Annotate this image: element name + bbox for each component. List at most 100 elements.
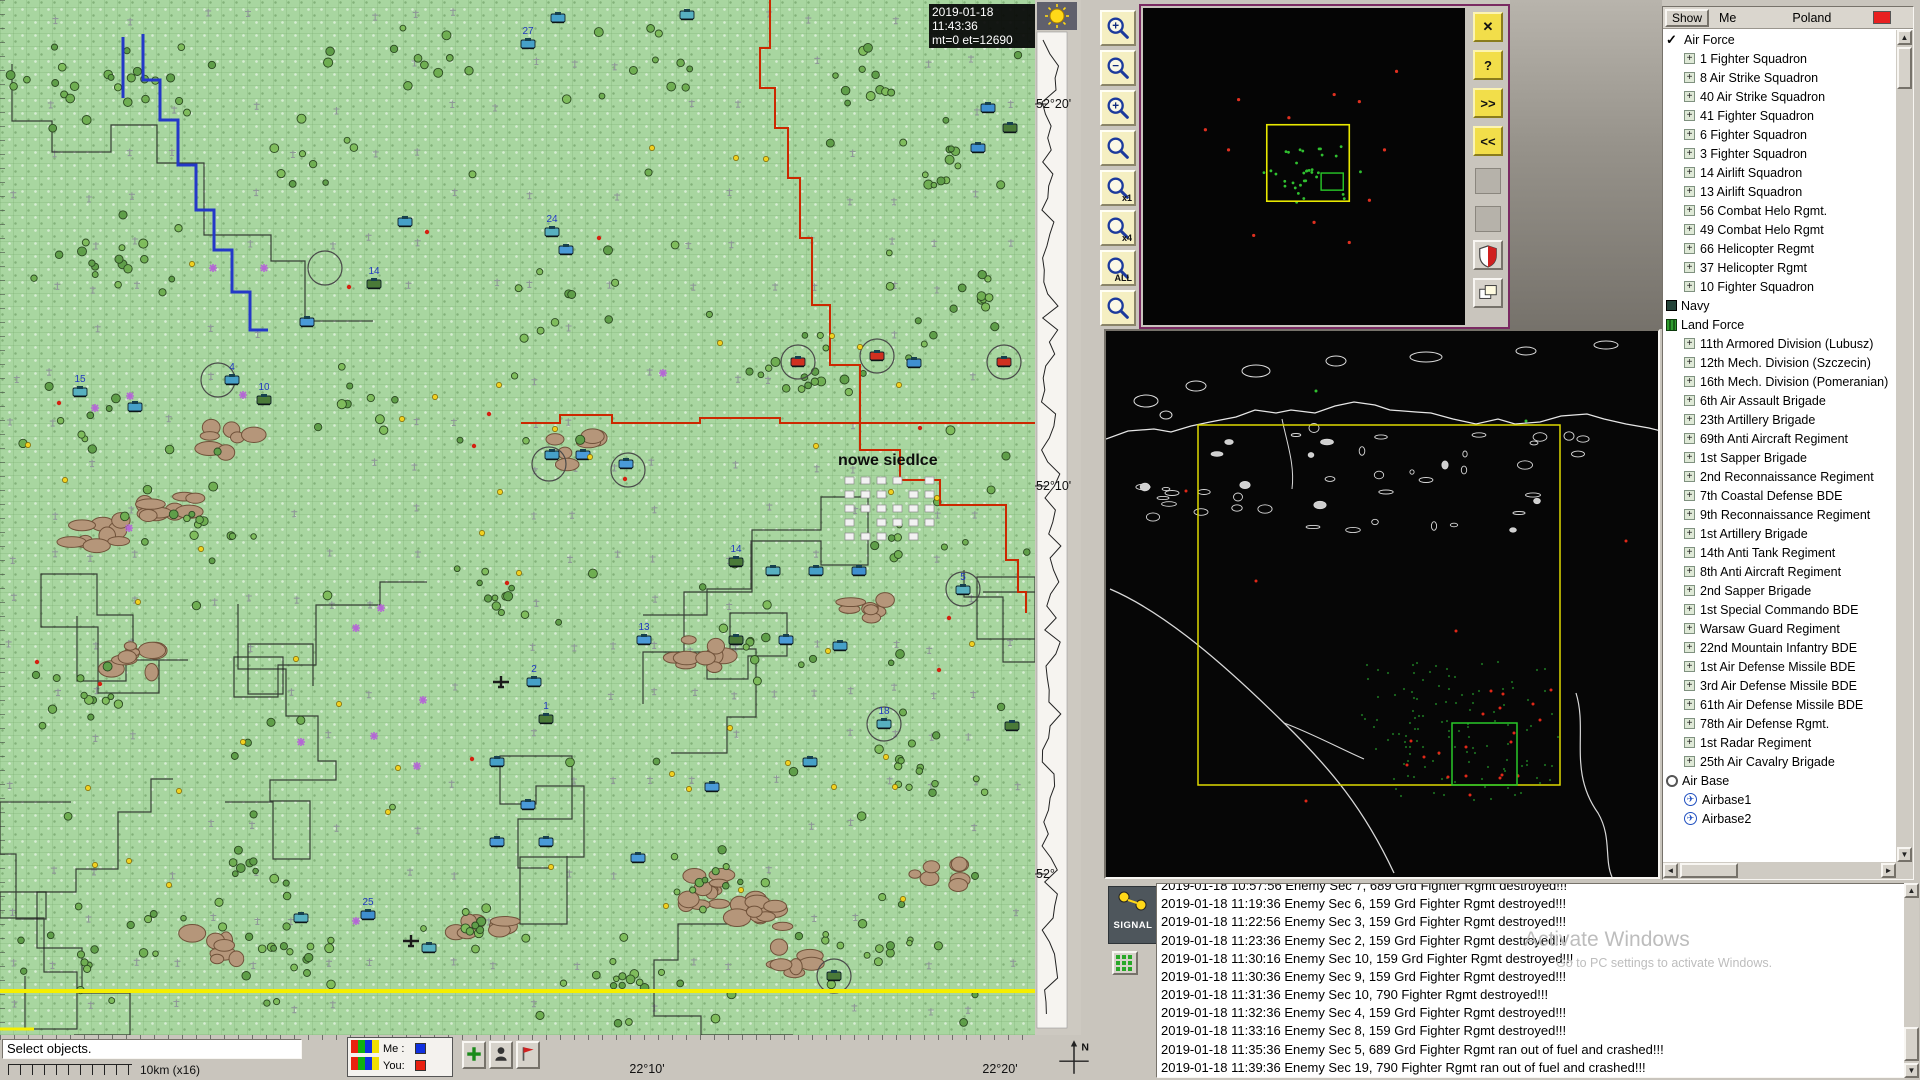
- expand-icon[interactable]: +: [1684, 718, 1695, 729]
- expand-icon[interactable]: +: [1684, 414, 1695, 425]
- log-scrollbar[interactable]: ▲ ▼: [1904, 883, 1919, 1078]
- expand-icon[interactable]: +: [1684, 243, 1695, 254]
- tree-vertical-scrollbar[interactable]: ▲ ▼: [1896, 30, 1913, 862]
- zoom-x4-button[interactable]: x4: [1100, 210, 1136, 246]
- expand-icon[interactable]: +: [1684, 756, 1695, 767]
- expand-icon[interactable]: +: [1684, 338, 1695, 349]
- scroll-down-icon[interactable]: ▼: [1904, 1063, 1919, 1078]
- expand-icon[interactable]: +: [1684, 547, 1695, 558]
- tree-item-69th-anti-aircraft-regiment[interactable]: +69th Anti Aircraft Regiment: [1663, 429, 1896, 448]
- tree-item-37-helicopter-rgmt[interactable]: +37 Helicopter Rgmt: [1663, 258, 1896, 277]
- tree-item-1st-radar-regiment[interactable]: +1st Radar Regiment: [1663, 733, 1896, 752]
- tree-item-41-fighter-squadron[interactable]: +41 Fighter Squadron: [1663, 106, 1896, 125]
- tree-item-6-fighter-squadron[interactable]: +6 Fighter Squadron: [1663, 125, 1896, 144]
- expand-icon[interactable]: +: [1684, 433, 1695, 444]
- tree-group-navy[interactable]: Navy: [1663, 296, 1896, 315]
- tree-group-air-base[interactable]: Air Base: [1663, 771, 1896, 790]
- zoom-x1-button[interactable]: x1: [1100, 170, 1136, 206]
- tree-item-22nd-mountain-infantry-bde[interactable]: +22nd Mountain Infantry BDE: [1663, 638, 1896, 657]
- tree-horizontal-scrollbar[interactable]: ◄ ►: [1663, 862, 1896, 879]
- tree-item-1st-air-defense-missile-bde[interactable]: +1st Air Defense Missile BDE: [1663, 657, 1896, 676]
- expand-icon[interactable]: +: [1684, 72, 1695, 83]
- minimap[interactable]: [1143, 8, 1465, 325]
- expand-icon[interactable]: +: [1684, 186, 1695, 197]
- expand-icon[interactable]: +: [1684, 528, 1695, 539]
- tree-item-49-combat-helo-rgmt[interactable]: +49 Combat Helo Rgmt: [1663, 220, 1896, 239]
- tree-item-1-fighter-squadron[interactable]: +1 Fighter Squadron: [1663, 49, 1896, 68]
- expand-icon[interactable]: +: [1684, 490, 1695, 501]
- tree-item-61th-air-defense-missile-bde[interactable]: +61th Air Defense Missile BDE: [1663, 695, 1896, 714]
- expand-icon[interactable]: +: [1684, 680, 1695, 691]
- expand-icon[interactable]: +: [1684, 604, 1695, 615]
- shield-button[interactable]: [1473, 240, 1503, 270]
- scroll-down-icon[interactable]: ▼: [1897, 847, 1912, 862]
- tree-item-40-air-strike-squadron[interactable]: +40 Air Strike Squadron: [1663, 87, 1896, 106]
- help-button[interactable]: ?: [1473, 50, 1503, 80]
- tree-item-1st-special-commando-bde[interactable]: +1st Special Commando BDE: [1663, 600, 1896, 619]
- next-button[interactable]: >>: [1473, 88, 1503, 118]
- layers-button[interactable]: [1473, 278, 1503, 308]
- expand-icon[interactable]: +: [1684, 471, 1695, 482]
- signal-button[interactable]: SIGNAL: [1108, 886, 1158, 944]
- show-button[interactable]: Show: [1665, 9, 1709, 27]
- tree-item-airbase1[interactable]: ✈Airbase1: [1663, 790, 1896, 809]
- tree-item-7th-coastal-defense-bde[interactable]: +7th Coastal Defense BDE: [1663, 486, 1896, 505]
- zoom-out-button[interactable]: −: [1100, 50, 1136, 86]
- expand-icon[interactable]: +: [1684, 129, 1695, 140]
- expand-icon[interactable]: +: [1684, 91, 1695, 102]
- scroll-right-icon[interactable]: ►: [1881, 863, 1896, 878]
- strategic-map[interactable]: [1104, 329, 1660, 879]
- tree-item-9th-reconnaissance-regiment[interactable]: +9th Reconnaissance Regiment: [1663, 505, 1896, 524]
- expand-icon[interactable]: +: [1684, 205, 1695, 216]
- tree-item-8th-anti-aircraft-regiment[interactable]: +8th Anti Aircraft Regiment: [1663, 562, 1896, 581]
- zoom-window-button[interactable]: [1100, 130, 1136, 166]
- tree-group-land-force[interactable]: Land Force: [1663, 315, 1896, 334]
- tree-item-13-airlift-squadron[interactable]: +13 Airlift Squadron: [1663, 182, 1896, 201]
- grid-toggle-button[interactable]: [1112, 951, 1138, 975]
- scroll-up-icon[interactable]: ▲: [1897, 30, 1912, 45]
- tree-item-3rd-air-defense-missile-bde[interactable]: +3rd Air Defense Missile BDE: [1663, 676, 1896, 695]
- tree-item-1st-artillery-brigade[interactable]: +1st Artillery Brigade: [1663, 524, 1896, 543]
- expand-icon[interactable]: +: [1684, 642, 1695, 653]
- expand-icon[interactable]: +: [1684, 585, 1695, 596]
- expand-icon[interactable]: +: [1684, 699, 1695, 710]
- tree-item-warsaw-guard-regiment[interactable]: +Warsaw Guard Regiment: [1663, 619, 1896, 638]
- unit-button[interactable]: [489, 1041, 513, 1069]
- tree-item-66-helicopter-regmt[interactable]: +66 Helicopter Regmt: [1663, 239, 1896, 258]
- scroll-up-icon[interactable]: ▲: [1904, 883, 1919, 898]
- prev-button[interactable]: <<: [1473, 126, 1503, 156]
- tree-item-1st-sapper-brigade[interactable]: +1st Sapper Brigade: [1663, 448, 1896, 467]
- zoom-overview-button[interactable]: [1100, 290, 1136, 326]
- expand-icon[interactable]: +: [1684, 262, 1695, 273]
- tree-item-6th-air-assault-brigade[interactable]: +6th Air Assault Brigade: [1663, 391, 1896, 410]
- expand-icon[interactable]: +: [1684, 509, 1695, 520]
- zoom-all-button[interactable]: ALL: [1100, 250, 1136, 286]
- expand-icon[interactable]: +: [1684, 53, 1695, 64]
- expand-icon[interactable]: +: [1684, 148, 1695, 159]
- expand-icon[interactable]: +: [1684, 110, 1695, 121]
- tactical-map[interactable]: 2724144151014132518251 2019-01-18 11:43:…: [0, 0, 1035, 1035]
- scroll-left-icon[interactable]: ◄: [1663, 863, 1678, 878]
- tree-item-23th-artillery-brigade[interactable]: +23th Artillery Brigade: [1663, 410, 1896, 429]
- expand-icon[interactable]: +: [1684, 376, 1695, 387]
- tree-item-2nd-reconnaissance-regiment[interactable]: +2nd Reconnaissance Regiment: [1663, 467, 1896, 486]
- expand-icon[interactable]: +: [1684, 452, 1695, 463]
- expand-icon[interactable]: +: [1684, 224, 1695, 235]
- scroll-thumb[interactable]: [1680, 863, 1738, 878]
- tree-item-14th-anti-tank-regiment[interactable]: +14th Anti Tank Regiment: [1663, 543, 1896, 562]
- expand-icon[interactable]: +: [1684, 281, 1695, 292]
- tree-item-16th-mech-division-pomeranian[interactable]: +16th Mech. Division (Pomeranian): [1663, 372, 1896, 391]
- scroll-thumb[interactable]: [1897, 47, 1912, 89]
- tree-item-25th-air-cavalry-brigade[interactable]: +25th Air Cavalry Brigade: [1663, 752, 1896, 771]
- tree-group-air-force[interactable]: ✓Air Force: [1663, 30, 1896, 49]
- zoom-in-button[interactable]: +: [1100, 10, 1136, 46]
- tree-item-8-air-strike-squadron[interactable]: +8 Air Strike Squadron: [1663, 68, 1896, 87]
- tree-item-3-fighter-squadron[interactable]: +3 Fighter Squadron: [1663, 144, 1896, 163]
- expand-icon[interactable]: +: [1684, 395, 1695, 406]
- expand-icon[interactable]: +: [1684, 737, 1695, 748]
- tree-item-78th-air-defense-rgmt[interactable]: +78th Air Defense Rgmt.: [1663, 714, 1896, 733]
- flag-button[interactable]: [516, 1041, 540, 1069]
- tree-item-12th-mech-division-szczecin[interactable]: +12th Mech. Division (Szczecin): [1663, 353, 1896, 372]
- expand-icon[interactable]: +: [1684, 623, 1695, 634]
- tree-item-10-fighter-squadron[interactable]: +10 Fighter Squadron: [1663, 277, 1896, 296]
